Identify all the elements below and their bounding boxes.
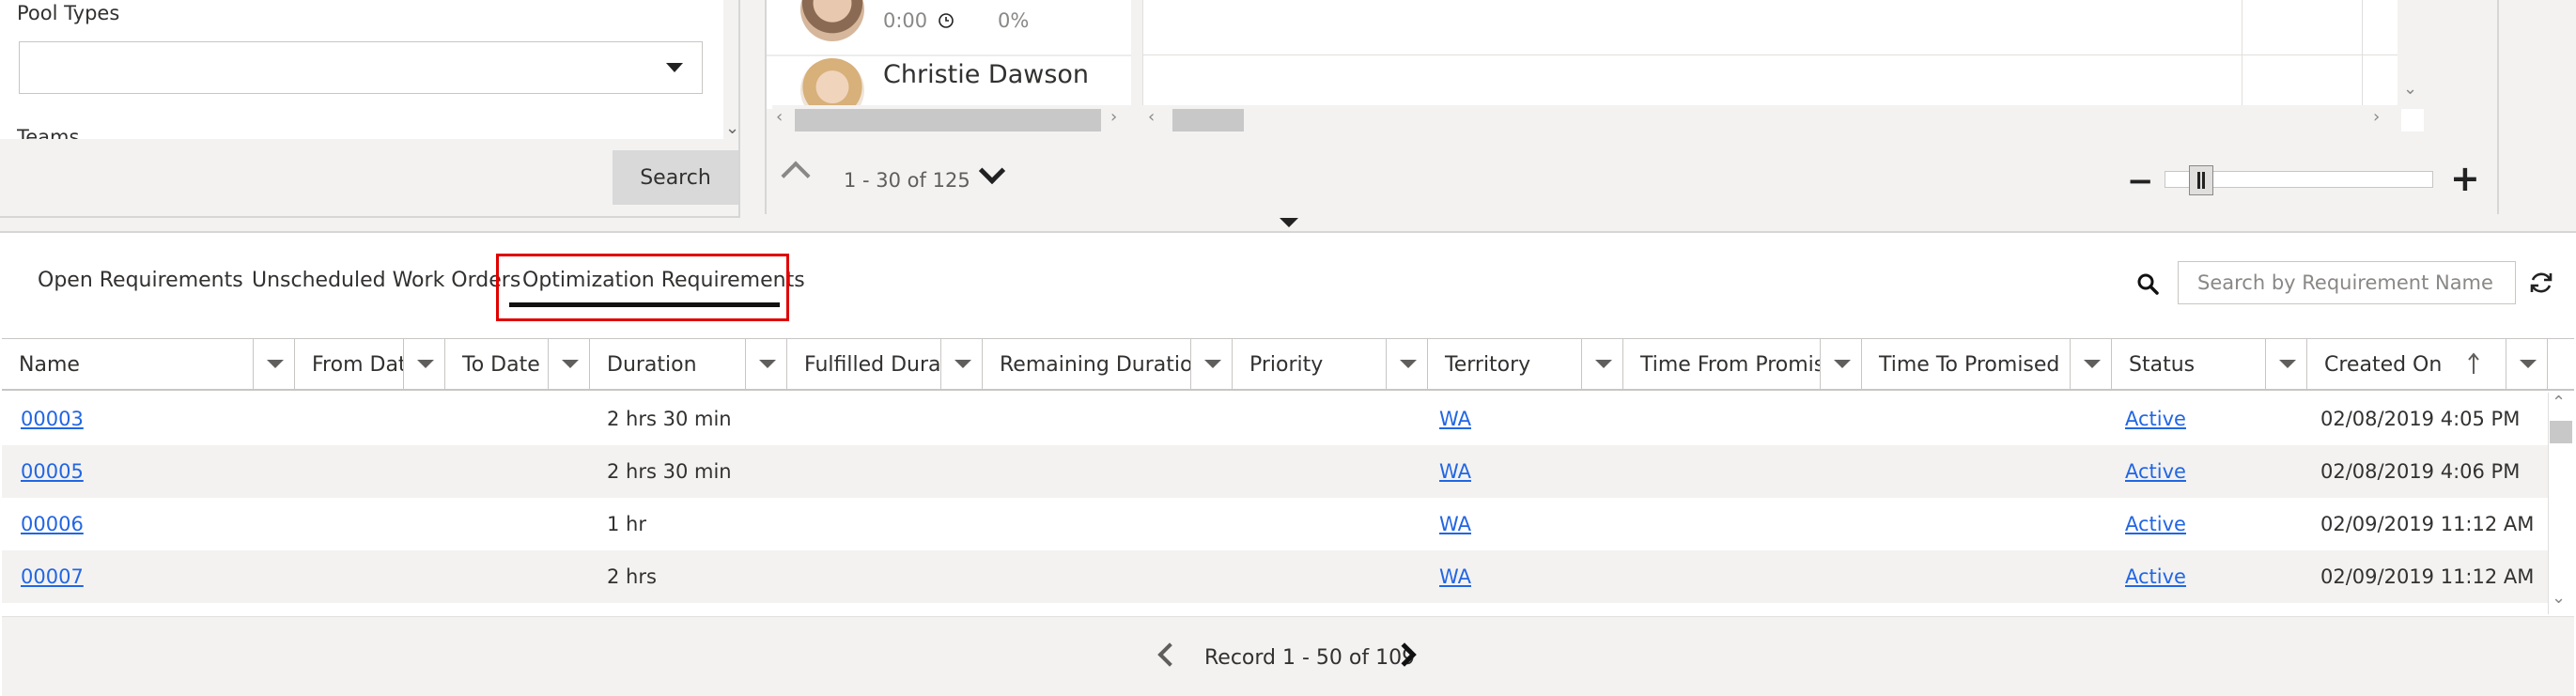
scroll-down-icon[interactable]: ⌄ xyxy=(2403,79,2417,99)
zoom-slider-handle[interactable] xyxy=(2189,165,2213,195)
scroll-left-icon[interactable]: ‹ xyxy=(1148,107,1155,127)
table-row: 00003 2 hrs 30 min WA Active 02/08/2019 … xyxy=(2,393,2548,445)
search-button[interactable]: Search xyxy=(613,150,738,205)
column-header-name[interactable]: Name xyxy=(2,339,254,390)
column-header-remaining-duration[interactable]: Remaining Duration xyxy=(983,339,1191,390)
column-header-to-date[interactable]: To Date xyxy=(445,339,549,390)
resource-time-value: 0:00 xyxy=(883,9,928,32)
status-link[interactable]: Active xyxy=(2125,408,2186,430)
resource-time: 0:00 xyxy=(883,9,954,32)
scroll-right-icon[interactable]: › xyxy=(1110,107,1117,127)
refresh-icon[interactable] xyxy=(2527,269,2555,297)
column-menu-icon[interactable] xyxy=(1821,339,1862,390)
duration-cell: 2 hrs 30 min xyxy=(607,460,732,483)
column-menu-icon[interactable] xyxy=(1191,339,1233,390)
pool-types-label: Pool Types xyxy=(17,2,120,24)
scroll-left-icon[interactable]: ‹ xyxy=(776,107,783,127)
duration-cell: 2 hrs 30 min xyxy=(607,408,732,430)
column-menu-icon[interactable] xyxy=(1582,339,1623,390)
column-menu-icon[interactable] xyxy=(1387,339,1428,390)
scroll-down-icon[interactable]: ⌄ xyxy=(725,118,739,138)
column-header-status[interactable]: Status xyxy=(2112,339,2266,390)
column-header-time-from-promised[interactable]: Time From Promised xyxy=(1623,339,1821,390)
requirement-name-link[interactable]: 00003 xyxy=(21,408,84,430)
table-row: 00006 1 hr WA Active 02/09/2019 11:12 AM xyxy=(2,498,2548,550)
created-on-cell: 02/08/2019 4:05 PM xyxy=(2320,408,2521,430)
column-menu-icon[interactable] xyxy=(746,339,787,390)
grid-divider xyxy=(1142,54,2424,55)
table-scroll-thumb[interactable] xyxy=(2550,421,2572,443)
created-on-cell: 02/09/2019 11:12 AM xyxy=(2320,513,2535,535)
column-menu-icon[interactable] xyxy=(404,339,445,390)
territory-link[interactable]: WA xyxy=(1439,408,1471,430)
column-menu-icon[interactable] xyxy=(2071,339,2112,390)
column-header-from-date[interactable]: From Date xyxy=(295,339,404,390)
tab-unscheduled-work-orders[interactable]: Unscheduled Work Orders xyxy=(252,269,520,292)
column-header-fulfilled-duration[interactable]: Fulfilled Duration xyxy=(787,339,941,390)
status-link[interactable]: Active xyxy=(2125,460,2186,483)
duration-cell: 1 hr xyxy=(607,513,646,535)
requirement-name-link[interactable]: 00007 xyxy=(21,565,84,588)
tab-open-requirements[interactable]: Open Requirements xyxy=(38,269,243,292)
teams-label: Teams xyxy=(17,126,80,139)
column-menu-icon[interactable] xyxy=(2266,339,2307,390)
scroll-right-icon[interactable]: › xyxy=(2373,107,2380,127)
sort-ascending-icon xyxy=(2468,352,2480,374)
record-count: Record 1 - 50 of 109 xyxy=(1204,646,1416,670)
collapse-panel-icon[interactable] xyxy=(1280,218,1298,227)
column-header-territory[interactable]: Territory xyxy=(1428,339,1582,390)
column-header-duration[interactable]: Duration xyxy=(590,339,746,390)
requirement-name-link[interactable]: 00005 xyxy=(21,460,84,483)
column-header-priority[interactable]: Priority xyxy=(1233,339,1387,390)
resource-name[interactable]: Christie Dawson xyxy=(883,60,1089,89)
column-header-created-on[interactable]: Created On xyxy=(2307,339,2506,390)
pool-types-select[interactable] xyxy=(19,41,703,94)
resource-scroll-thumb[interactable] xyxy=(795,109,1101,131)
column-menu-icon[interactable] xyxy=(254,339,295,390)
status-link[interactable]: Active xyxy=(2125,513,2186,535)
territory-link[interactable]: WA xyxy=(1439,565,1471,588)
resource-pager-text: 1 - 30 of 125 xyxy=(844,169,970,192)
status-link[interactable]: Active xyxy=(2125,565,2186,588)
column-header-time-to-promised[interactable]: Time To Promised xyxy=(1862,339,2071,390)
requirement-search-input[interactable] xyxy=(2178,261,2516,304)
grid-scroll-thumb[interactable] xyxy=(1172,109,1244,131)
created-on-cell: 02/09/2019 11:12 AM xyxy=(2320,565,2535,588)
chevron-down-icon xyxy=(666,63,683,72)
zoom-out-icon[interactable]: − xyxy=(2127,165,2154,197)
search-icon[interactable] xyxy=(2136,272,2159,295)
column-menu-icon[interactable] xyxy=(941,339,983,390)
table-row: 00007 2 hrs WA Active 02/09/2019 11:12 A… xyxy=(2,550,2548,603)
zoom-in-icon[interactable]: + xyxy=(2450,158,2480,199)
grid-horizontal-scrollbar[interactable] xyxy=(1142,105,2401,133)
requirement-name-link[interactable]: 00006 xyxy=(21,513,84,535)
column-header-created-on-label: Created On xyxy=(2324,353,2443,377)
table-header: Name From Date To Date Duration Fulfille… xyxy=(2,338,2574,391)
scroll-corner xyxy=(2401,109,2424,131)
scroll-down-icon[interactable]: ⌄ xyxy=(2552,588,2566,608)
created-on-cell: 02/08/2019 4:06 PM xyxy=(2320,460,2521,483)
highlight-box xyxy=(496,254,789,321)
table-row: 00005 2 hrs 30 min WA Active 02/08/2019 … xyxy=(2,445,2548,498)
column-menu-icon[interactable] xyxy=(549,339,590,390)
resource-divider xyxy=(767,54,1131,56)
territory-link[interactable]: WA xyxy=(1439,513,1471,535)
scroll-up-icon[interactable]: ⌃ xyxy=(2552,393,2566,412)
resource-utilization: 0% xyxy=(998,9,1030,32)
duration-cell: 2 hrs xyxy=(607,565,657,588)
territory-link[interactable]: WA xyxy=(1439,460,1471,483)
column-menu-icon[interactable] xyxy=(2506,339,2548,390)
clock-icon xyxy=(939,13,954,28)
